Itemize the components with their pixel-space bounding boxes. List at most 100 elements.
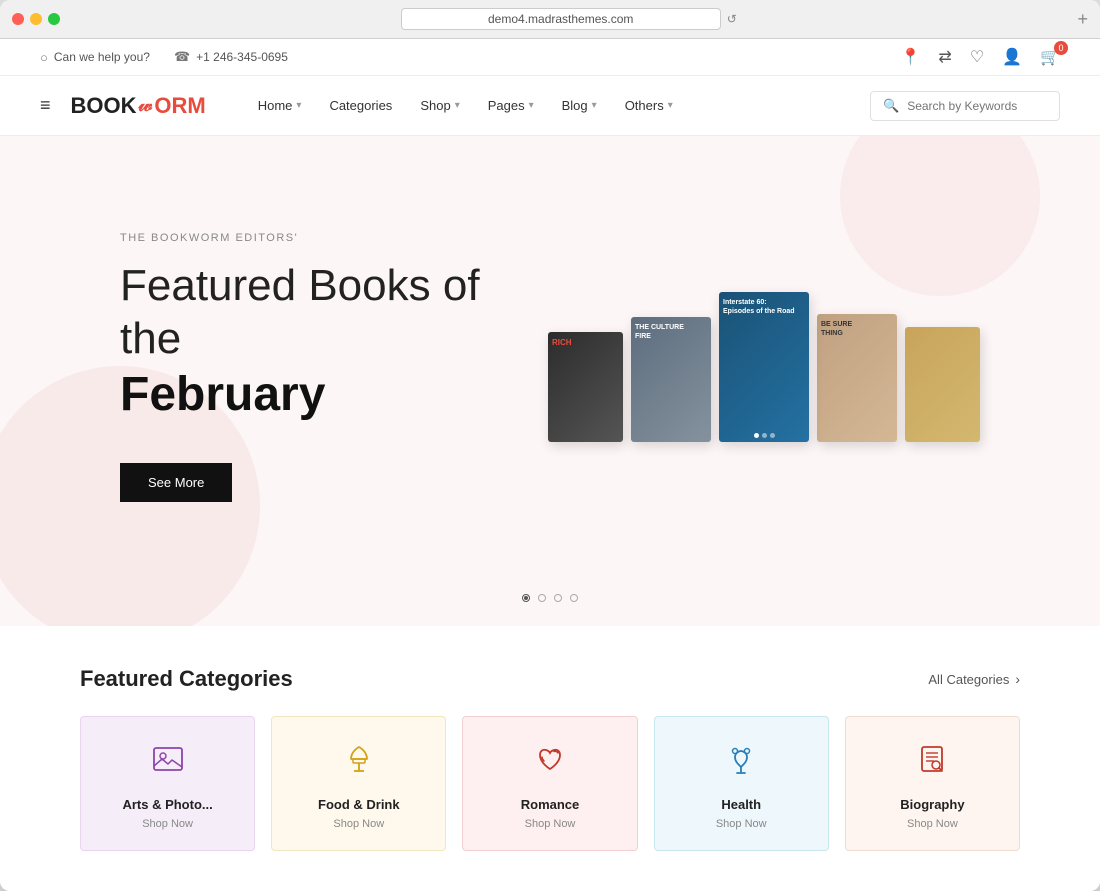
- refresh-icon[interactable]: ↺: [727, 12, 737, 26]
- arts-photo-icon: [150, 741, 186, 785]
- search-icon: 🔍: [883, 98, 899, 114]
- book-dots: [719, 429, 809, 442]
- nav-label-others: Others: [625, 98, 664, 113]
- site-logo[interactable]: BOOK 𝓌 ORM: [71, 93, 206, 119]
- hero-title-line2: February: [120, 368, 325, 421]
- book-3-label: Interstate 60:Episodes of the Road: [719, 292, 809, 322]
- wishlist-icon[interactable]: ♡: [970, 47, 984, 67]
- food-drink-icon: [341, 741, 377, 785]
- hero-title: Featured Books of the February: [120, 260, 548, 423]
- book-dot-2: [762, 433, 767, 438]
- nav-label-pages: Pages: [488, 98, 525, 113]
- nav-label-blog: Blog: [562, 98, 588, 113]
- chevron-down-icon: ▾: [592, 100, 597, 111]
- health-shop: Shop Now: [716, 818, 767, 830]
- hamburger-menu[interactable]: ≡: [40, 95, 51, 116]
- category-card-arts[interactable]: Arts & Photo... Shop Now: [80, 716, 255, 851]
- hero-cta-button[interactable]: See More: [120, 463, 232, 502]
- compare-icon[interactable]: ⇄: [938, 47, 951, 67]
- arts-photo-name: Arts & Photo...: [122, 797, 212, 812]
- browser-dots: [12, 13, 60, 25]
- location-icon[interactable]: 📍: [900, 47, 920, 67]
- hero-books: RICH THE CULTUREFIRE Interstate 60:Episo…: [548, 292, 980, 442]
- search-input[interactable]: [907, 99, 1047, 113]
- nav-item-blog[interactable]: Blog ▾: [550, 90, 609, 121]
- biography-name: Biography: [900, 797, 964, 812]
- section-header: Featured Categories All Categories ›: [80, 666, 1020, 692]
- arrow-right-icon: ›: [1015, 671, 1020, 687]
- top-bar-left: ○ Can we help you? ☎ +1 246-345-0695: [40, 49, 288, 65]
- hero-content: THE BOOKWORM EDITORS' Featured Books of …: [0, 136, 1100, 578]
- category-card-food[interactable]: Food & Drink Shop Now: [271, 716, 446, 851]
- slider-dot-2[interactable]: [538, 594, 546, 602]
- health-name: Health: [721, 797, 761, 812]
- help-item: ○ Can we help you?: [40, 50, 150, 65]
- chevron-down-icon: ▾: [529, 100, 534, 111]
- categories-section: Featured Categories All Categories ›: [0, 626, 1100, 891]
- categories-grid: Arts & Photo... Shop Now Food & Drink Sh…: [80, 716, 1020, 851]
- main-navigation: ≡ BOOK 𝓌 ORM Home ▾ Categories Shop ▾: [0, 76, 1100, 136]
- book-2: THE CULTUREFIRE: [631, 317, 711, 442]
- slider-dot-4[interactable]: [570, 594, 578, 602]
- nav-item-home[interactable]: Home ▾: [246, 90, 314, 121]
- arts-photo-shop: Shop Now: [142, 818, 193, 830]
- chevron-down-icon: ▾: [296, 100, 301, 111]
- all-categories-label: All Categories: [928, 672, 1009, 687]
- category-card-romance[interactable]: Romance Shop Now: [462, 716, 637, 851]
- phone-icon: ☎: [174, 49, 190, 65]
- nav-label-home: Home: [258, 98, 293, 113]
- chevron-down-icon: ▾: [668, 100, 673, 111]
- url-input[interactable]: demo4.madrasthemes.com: [401, 8, 721, 30]
- hero-text: THE BOOKWORM EDITORS' Featured Books of …: [120, 232, 548, 502]
- book-1: RICH: [548, 332, 623, 442]
- book-2-label: THE CULTUREFIRE: [631, 317, 711, 347]
- food-drink-shop: Shop Now: [333, 818, 384, 830]
- dot-red[interactable]: [12, 13, 24, 25]
- browser-chrome: demo4.madrasthemes.com ↺ +: [0, 0, 1100, 39]
- book-dot-1: [754, 433, 759, 438]
- nav-item-categories[interactable]: Categories: [317, 90, 404, 121]
- help-text: Can we help you?: [54, 50, 150, 64]
- food-drink-name: Food & Drink: [318, 797, 400, 812]
- section-title: Featured Categories: [80, 666, 293, 692]
- logo-worm-icon: 𝓌: [139, 94, 153, 117]
- dot-yellow[interactable]: [30, 13, 42, 25]
- account-icon[interactable]: 👤: [1002, 47, 1022, 67]
- top-bar: ○ Can we help you? ☎ +1 246-345-0695 📍 ⇄…: [0, 39, 1100, 76]
- dot-green[interactable]: [48, 13, 60, 25]
- health-icon: [723, 741, 759, 785]
- nav-links: Home ▾ Categories Shop ▾ Pages ▾ Blog ▾: [246, 90, 870, 121]
- nav-item-shop[interactable]: Shop ▾: [408, 90, 471, 121]
- romance-icon: [532, 741, 568, 785]
- book-dot-3: [770, 433, 775, 438]
- phone-item: ☎ +1 246-345-0695: [174, 49, 288, 65]
- cart-badge: 0: [1054, 41, 1068, 55]
- new-tab-button[interactable]: +: [1077, 9, 1088, 30]
- book-1-label: RICH: [548, 332, 623, 354]
- help-circle-icon: ○: [40, 50, 48, 65]
- hero-subtitle: THE BOOKWORM EDITORS': [120, 232, 548, 244]
- nav-label-categories: Categories: [329, 98, 392, 113]
- nav-item-others[interactable]: Others ▾: [613, 90, 685, 121]
- hero-title-line1: Featured Books of the: [120, 261, 480, 363]
- browser-window: demo4.madrasthemes.com ↺ + ○ Can we help…: [0, 0, 1100, 891]
- slider-dot-1[interactable]: [522, 594, 530, 602]
- biography-icon: [914, 741, 950, 785]
- logo-text-book: BOOK: [71, 93, 137, 119]
- top-bar-right: 📍 ⇄ ♡ 👤 🛒 0: [900, 47, 1060, 67]
- book-4-label: BE SURETHING: [817, 314, 897, 344]
- logo-text-worm: ORM: [154, 93, 205, 119]
- chevron-down-icon: ▾: [455, 100, 460, 111]
- slider-dot-3[interactable]: [554, 594, 562, 602]
- cart-icon[interactable]: 🛒 0: [1040, 47, 1060, 67]
- nav-label-shop: Shop: [420, 98, 450, 113]
- category-card-health[interactable]: Health Shop Now: [654, 716, 829, 851]
- nav-item-pages[interactable]: Pages ▾: [476, 90, 546, 121]
- phone-number: +1 246-345-0695: [196, 50, 288, 64]
- all-categories-link[interactable]: All Categories ›: [928, 671, 1020, 687]
- browser-url-bar: demo4.madrasthemes.com ↺: [68, 8, 1069, 30]
- category-card-biography[interactable]: Biography Shop Now: [845, 716, 1020, 851]
- hero-section: THE BOOKWORM EDITORS' Featured Books of …: [0, 136, 1100, 626]
- biography-shop: Shop Now: [907, 818, 958, 830]
- search-bar: 🔍: [870, 91, 1060, 121]
